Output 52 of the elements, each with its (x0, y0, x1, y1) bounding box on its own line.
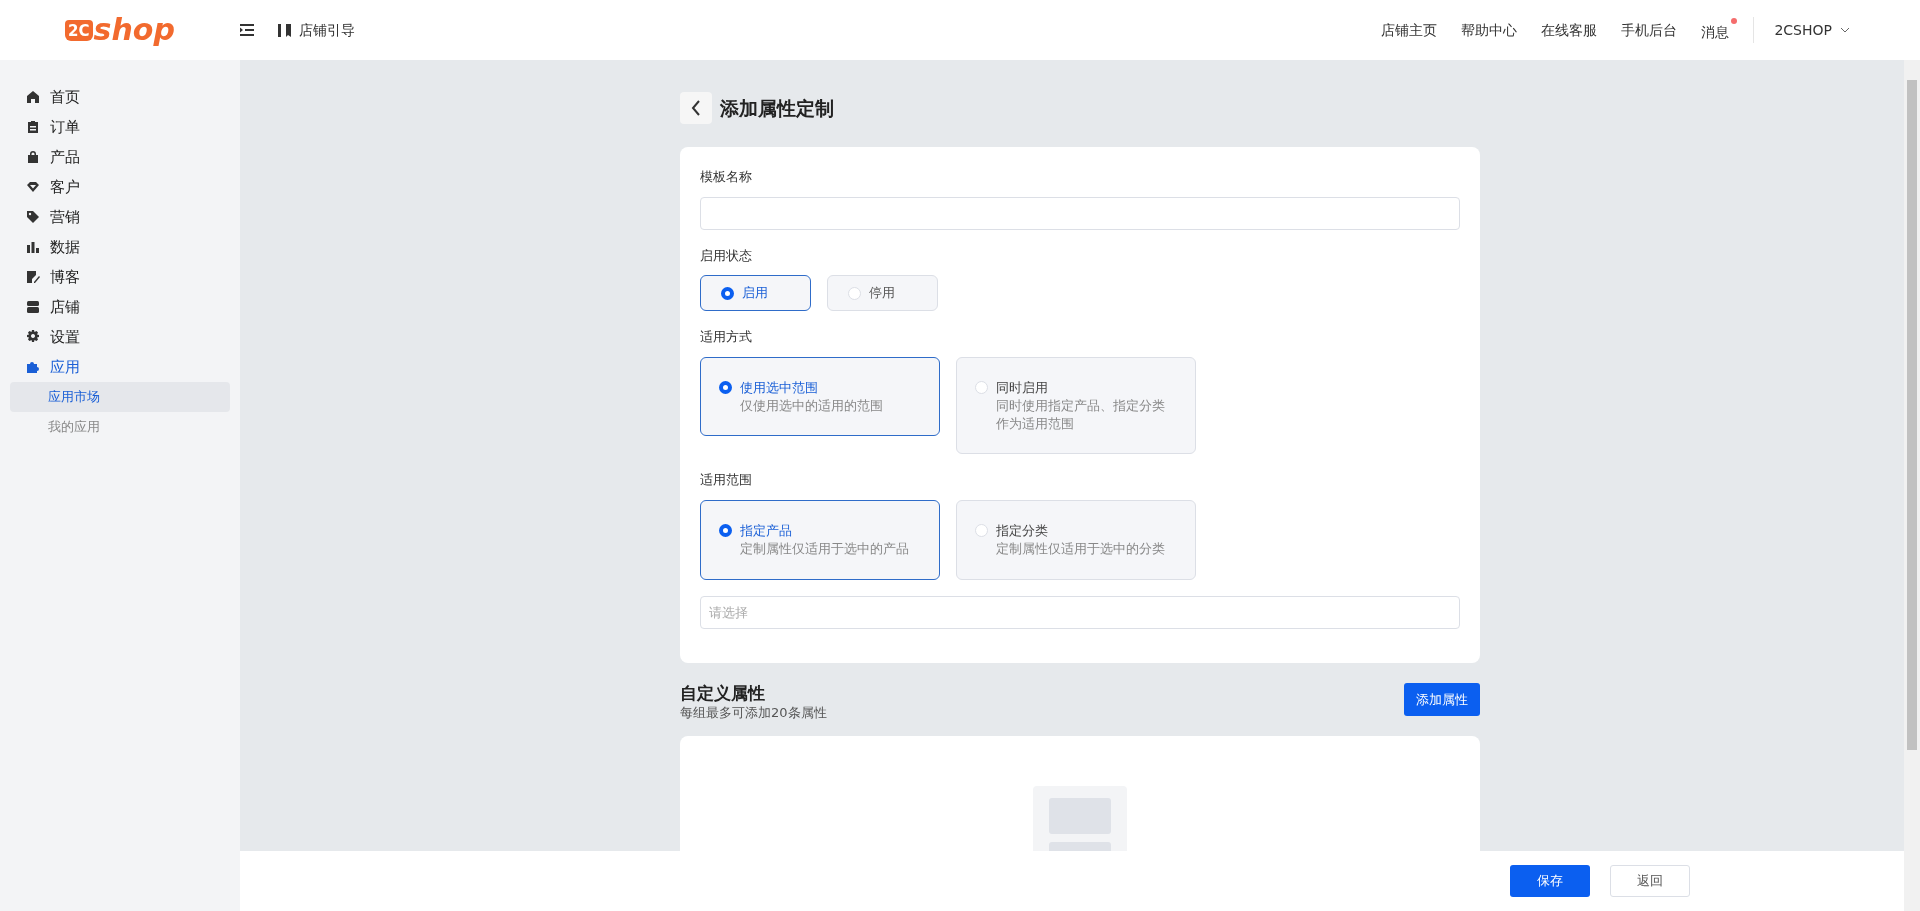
tag-icon (26, 210, 40, 224)
book-icon (278, 23, 291, 37)
sidebar-item[interactable]: 设置 (0, 322, 240, 352)
home-icon (26, 90, 40, 104)
diamond-icon (26, 180, 40, 194)
field-label: 适用方式 (700, 328, 753, 346)
sidebar-item[interactable]: 产品 (0, 142, 240, 172)
bag-icon (26, 150, 40, 164)
bar-chart-icon (26, 240, 40, 254)
option-card[interactable]: 同时启用 同时使用指定产品、指定分类作为适用范围 (956, 356, 1196, 455)
sidebar-item[interactable]: 应用 (0, 352, 240, 382)
name-input[interactable] (700, 196, 1460, 230)
guide-link[interactable]: 店铺引导 (299, 19, 355, 41)
status-option[interactable]: 停用 (827, 275, 938, 311)
back-button[interactable] (680, 92, 712, 124)
add-attribute-button[interactable]: 添加属性 (1404, 682, 1480, 717)
header-link[interactable]: 消息 (1701, 17, 1738, 43)
return-button[interactable]: 返回 (1610, 865, 1690, 897)
sidebar-item[interactable]: 数据 (0, 232, 240, 262)
section-subtitle: 每组最多可添加20条属性 (680, 703, 827, 722)
select-field[interactable]: 请选择 (700, 595, 1460, 629)
section-title: 自定义属性 (680, 682, 766, 703)
header-link[interactable]: 手机后台 (1621, 19, 1678, 41)
caret-icon (1840, 27, 1850, 33)
sidebar-subitem[interactable]: 应用市场 (10, 382, 230, 412)
field-label: 模板名称 (700, 168, 753, 186)
store-icon (26, 300, 40, 314)
header-link[interactable]: 帮助中心 (1461, 19, 1518, 41)
clipboard-icon (26, 120, 40, 134)
scrollbar-thumb[interactable] (1907, 80, 1917, 750)
option-card[interactable]: 使用选中范围 仅使用选中的适用的范围 (700, 356, 940, 437)
option-card[interactable]: 指定分类 定制属性仅适用于选中的分类 (956, 499, 1196, 580)
gear-icon (26, 330, 40, 344)
page-title: 添加属性定制 (720, 96, 834, 120)
account-menu[interactable]: 2CSHOP (1774, 19, 1850, 41)
menu-icon[interactable] (240, 24, 254, 36)
sidebar-item[interactable]: 客户 (0, 172, 240, 202)
sidebar-item[interactable]: 首页 (0, 82, 240, 112)
chevron-left-icon (691, 100, 701, 116)
save-button[interactable]: 保存 (1510, 865, 1590, 897)
sidebar-item[interactable]: 博客 (0, 262, 240, 292)
field-label: 适用范围 (700, 471, 753, 490)
status-option[interactable]: 启用 (700, 275, 811, 311)
sidebar-item[interactable]: 店铺 (0, 292, 240, 322)
sidebar-item[interactable]: 营销 (0, 202, 240, 232)
edit-icon (26, 270, 40, 284)
field-label: 启用状态 (700, 246, 753, 265)
header-link[interactable]: 店铺主页 (1381, 19, 1438, 41)
sidebar-item[interactable]: 订单 (0, 112, 240, 142)
puzzle-icon (26, 360, 40, 374)
header-link[interactable]: 在线客服 (1541, 19, 1598, 41)
option-card[interactable]: 指定产品 定制属性仅适用于选中的产品 (700, 499, 940, 580)
